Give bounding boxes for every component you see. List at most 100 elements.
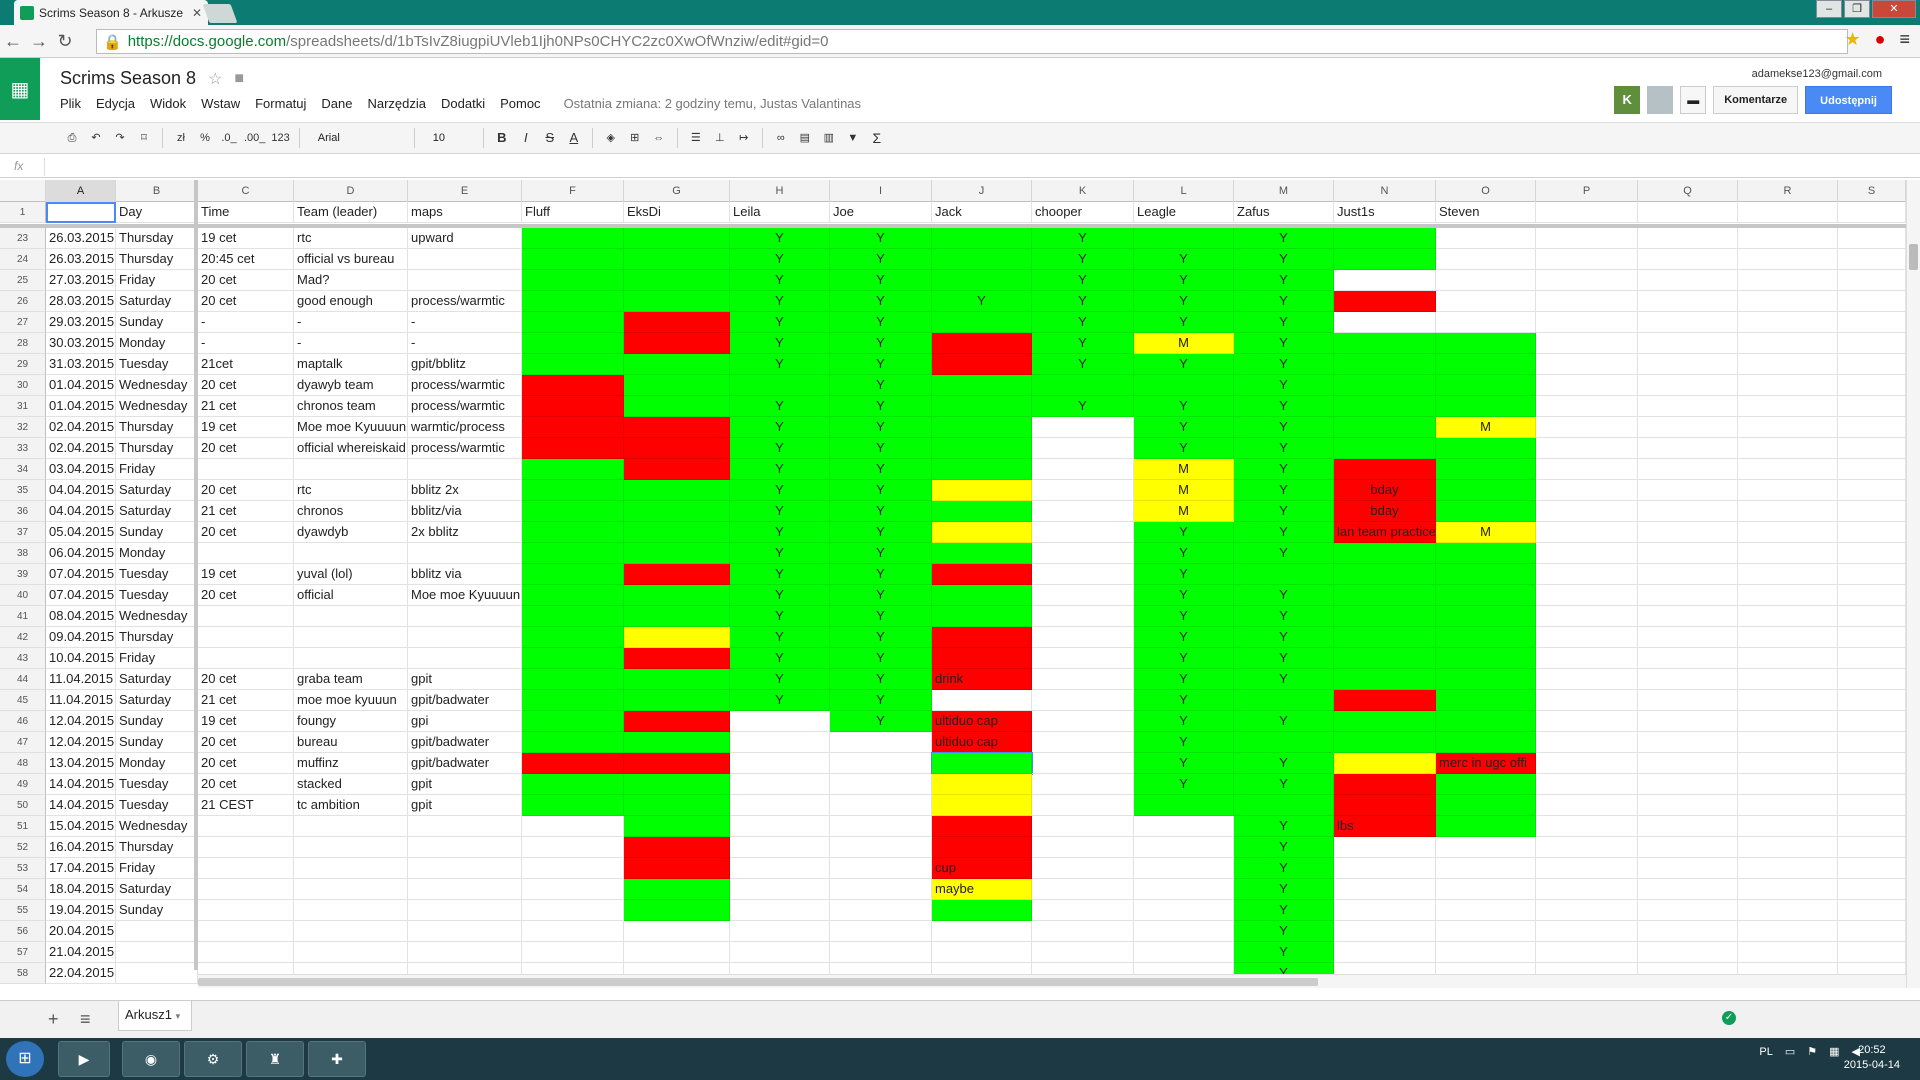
menu-dodatki[interactable]: Dodatki — [441, 96, 485, 111]
team-cell[interactable]: graba team — [294, 669, 408, 690]
availability-cell[interactable] — [522, 312, 624, 333]
paint-format-icon[interactable]: ⌑ — [132, 126, 156, 150]
availability-cell[interactable]: lan team practice — [1334, 522, 1436, 543]
date-cell[interactable]: 01.04.2015 — [46, 375, 116, 396]
time-cell[interactable]: 20 cet — [198, 669, 294, 690]
empty-cell[interactable] — [1536, 606, 1638, 627]
maps-cell[interactable]: 2x bblitz — [408, 522, 522, 543]
availability-cell[interactable] — [522, 585, 624, 606]
availability-cell[interactable] — [1134, 942, 1234, 963]
date-cell[interactable]: 05.04.2015 — [46, 522, 116, 543]
availability-cell[interactable] — [1436, 354, 1536, 375]
day-cell[interactable]: Saturday — [116, 291, 198, 312]
day-cell[interactable]: Thursday — [116, 228, 198, 249]
availability-cell[interactable] — [1334, 942, 1436, 963]
row-header[interactable]: 34 — [0, 459, 46, 480]
availability-cell[interactable] — [830, 837, 932, 858]
time-cell[interactable]: 20 cet — [198, 438, 294, 459]
availability-cell[interactable] — [1234, 795, 1334, 816]
availability-cell[interactable] — [1032, 627, 1134, 648]
availability-cell[interactable]: Y — [1032, 291, 1134, 312]
date-cell[interactable]: 13.04.2015 — [46, 753, 116, 774]
availability-cell[interactable] — [1436, 291, 1536, 312]
availability-cell[interactable] — [830, 795, 932, 816]
header-cell[interactable]: Jack — [932, 202, 1032, 223]
availability-cell[interactable] — [1334, 564, 1436, 585]
windows-start-icon[interactable]: ⊞ — [6, 1041, 44, 1077]
team-cell[interactable] — [294, 459, 408, 480]
availability-cell[interactable]: Y — [1032, 228, 1134, 249]
empty-cell[interactable] — [1738, 627, 1838, 648]
team-cell[interactable] — [294, 627, 408, 648]
empty-cell[interactable] — [1536, 879, 1638, 900]
time-cell[interactable] — [198, 543, 294, 564]
empty-cell[interactable] — [1738, 837, 1838, 858]
availability-cell[interactable] — [624, 816, 730, 837]
availability-cell[interactable]: lbs — [1334, 816, 1436, 837]
availability-cell[interactable] — [522, 669, 624, 690]
day-cell[interactable]: Tuesday — [116, 354, 198, 375]
availability-cell[interactable]: Y — [730, 543, 830, 564]
availability-cell[interactable]: M — [1134, 501, 1234, 522]
empty-cell[interactable] — [1536, 711, 1638, 732]
day-cell[interactable]: Friday — [116, 648, 198, 669]
availability-cell[interactable] — [1436, 942, 1536, 963]
availability-cell[interactable] — [522, 711, 624, 732]
empty-cell[interactable] — [1638, 543, 1738, 564]
availability-cell[interactable]: M — [1134, 459, 1234, 480]
availability-cell[interactable]: Y — [1234, 375, 1334, 396]
empty-cell[interactable] — [1838, 816, 1906, 837]
empty-cell[interactable] — [1638, 690, 1738, 711]
availability-cell[interactable]: Y — [1234, 459, 1334, 480]
row-header[interactable]: 56 — [0, 921, 46, 942]
availability-cell[interactable] — [830, 879, 932, 900]
availability-cell[interactable]: M — [1436, 522, 1536, 543]
availability-cell[interactable]: Y — [1234, 837, 1334, 858]
availability-cell[interactable] — [830, 732, 932, 753]
availability-cell[interactable] — [1436, 627, 1536, 648]
empty-cell[interactable] — [1838, 627, 1906, 648]
availability-cell[interactable] — [1334, 438, 1436, 459]
row-header[interactable]: 51 — [0, 816, 46, 837]
empty-cell[interactable] — [1738, 501, 1838, 522]
availability-cell[interactable] — [522, 459, 624, 480]
availability-cell[interactable]: Y — [730, 459, 830, 480]
maps-cell[interactable]: process/warmtic — [408, 438, 522, 459]
date-cell[interactable]: 19.04.2015 — [46, 900, 116, 921]
availability-cell[interactable]: Y — [1134, 417, 1234, 438]
row-header[interactable]: 53 — [0, 858, 46, 879]
availability-cell[interactable]: Y — [1134, 543, 1234, 564]
availability-cell[interactable] — [624, 753, 730, 774]
availability-cell[interactable] — [1436, 270, 1536, 291]
bold-button[interactable]: B — [490, 126, 514, 150]
font-select[interactable]: Arial — [312, 127, 402, 149]
availability-cell[interactable]: Y — [1234, 501, 1334, 522]
empty-cell[interactable] — [1838, 249, 1906, 270]
empty-cell[interactable] — [1738, 774, 1838, 795]
team-cell[interactable] — [294, 606, 408, 627]
empty-cell[interactable] — [1638, 564, 1738, 585]
availability-cell[interactable] — [522, 228, 624, 249]
availability-cell[interactable] — [830, 921, 932, 942]
availability-cell[interactable] — [932, 249, 1032, 270]
team-cell[interactable]: yuval (lol) — [294, 564, 408, 585]
availability-cell[interactable] — [624, 732, 730, 753]
comments-button[interactable]: Komentarze — [1713, 86, 1799, 114]
availability-cell[interactable] — [932, 816, 1032, 837]
availability-cell[interactable] — [522, 837, 624, 858]
availability-cell[interactable]: Y — [830, 354, 932, 375]
availability-cell[interactable] — [1234, 564, 1334, 585]
availability-cell[interactable] — [1436, 480, 1536, 501]
day-cell[interactable]: Wednesday — [116, 816, 198, 837]
availability-cell[interactable] — [932, 438, 1032, 459]
day-cell[interactable]: Tuesday — [116, 795, 198, 816]
time-cell[interactable]: 19 cet — [198, 417, 294, 438]
team-cell[interactable]: Mad? — [294, 270, 408, 291]
availability-cell[interactable] — [830, 774, 932, 795]
availability-cell[interactable] — [1436, 816, 1536, 837]
day-cell[interactable]: Friday — [116, 270, 198, 291]
empty-cell[interactable] — [1738, 900, 1838, 921]
team-cell[interactable]: stacked — [294, 774, 408, 795]
select-all-corner[interactable] — [0, 180, 46, 202]
availability-cell[interactable]: Y — [1234, 942, 1334, 963]
